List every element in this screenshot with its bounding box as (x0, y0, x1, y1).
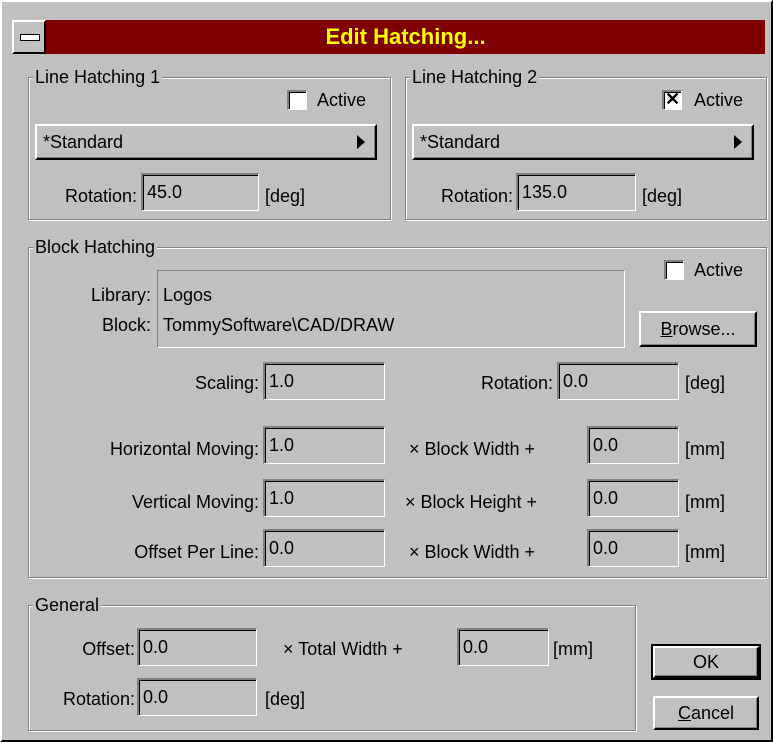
general-offset-label: Offset: (82, 639, 135, 659)
block-hatching-group: Block Hatching Active Library: Block: Lo… (28, 236, 767, 578)
block-hatching-block-value: TommySoftware\CAD/DRAW (163, 315, 395, 335)
ok-button[interactable]: OK (651, 644, 761, 680)
cancel-button[interactable]: Cancel (653, 696, 759, 730)
submenu-arrow-icon (357, 135, 365, 149)
check-mark-icon: ✕ (665, 89, 681, 109)
general-rotation-label: Rotation: (62, 689, 135, 709)
offset-per-line-label: Offset Per Line: (134, 542, 259, 562)
block-hatching-library-value: Logos (163, 285, 213, 305)
line-hatching-1-group: Line Hatching 1 Active *Standard Rotatio… (28, 66, 391, 220)
general-rotation-input[interactable]: 0.0 (137, 678, 257, 716)
offset-per-line-multiplier: × Block Width + (409, 542, 536, 562)
general-offset-input[interactable]: 0.0 (137, 628, 257, 666)
line-hatching-2-active-label: Active (694, 90, 744, 110)
horizontal-moving-add-input[interactable]: 0.0 (587, 426, 679, 464)
line-hatching-2-legend: Line Hatching 2 (410, 66, 540, 88)
vertical-moving-multiplier: × Block Height + (405, 492, 538, 512)
line-hatching-1-pattern-value: *Standard (43, 132, 124, 152)
line-hatching-2-rotation-label: Rotation: (440, 186, 513, 206)
block-scaling-label: Scaling: (194, 373, 259, 393)
line-hatching-1-legend: Line Hatching 1 (33, 66, 163, 88)
submenu-arrow-icon (734, 135, 742, 149)
general-legend: General (33, 594, 102, 616)
line-hatching-1-active-label: Active (317, 90, 367, 110)
horizontal-moving-label: Horizontal Moving: (109, 439, 259, 459)
vertical-moving-input[interactable]: 1.0 (263, 479, 385, 517)
browse-button[interactable]: Browse... (639, 311, 757, 347)
line-hatching-1-active-checkbox[interactable] (287, 90, 307, 110)
line-hatching-2-rotation-unit: [deg] (642, 186, 683, 206)
line-hatching-2-rotation-input[interactable]: 135.0 (516, 173, 636, 211)
block-hatching-block-label: Block: (101, 315, 151, 335)
horizontal-moving-unit: [mm] (685, 439, 725, 459)
vertical-moving-unit: [mm] (685, 492, 725, 512)
vertical-moving-label: Vertical Moving: (131, 492, 259, 512)
line-hatching-1-rotation-input[interactable]: 45.0 (141, 173, 259, 211)
line-hatching-2-group: Line Hatching 2 ✕ Active *Standard Rotat… (405, 66, 767, 220)
line-hatching-2-pattern-value: *Standard (420, 132, 501, 152)
line-hatching-1-rotation-label: Rotation: (64, 186, 137, 206)
system-menu-button[interactable] (12, 20, 46, 54)
browse-mnemonic: B (660, 319, 673, 339)
block-hatching-active-checkbox[interactable] (664, 260, 684, 280)
line-hatching-1-rotation-unit: [deg] (265, 186, 306, 206)
block-hatching-library-label: Library: (90, 285, 151, 305)
horizontal-moving-input[interactable]: 1.0 (263, 426, 385, 464)
general-offset-multiplier: × Total Width + (283, 639, 403, 659)
block-scaling-input[interactable]: 1.0 (263, 362, 385, 400)
title-bar[interactable]: Edit Hatching... (12, 20, 765, 54)
line-hatching-2-pattern-dropdown[interactable]: *Standard (412, 124, 754, 160)
offset-per-line-input[interactable]: 0.0 (263, 529, 385, 567)
line-hatching-1-pattern-dropdown[interactable]: *Standard (35, 124, 377, 160)
system-menu-icon (20, 34, 40, 41)
line-hatching-2-active-checkbox[interactable]: ✕ (662, 89, 682, 110)
block-info-panel: Logos TommySoftware\CAD/DRAW (157, 270, 625, 348)
vertical-moving-add-input[interactable]: 0.0 (587, 479, 679, 517)
block-rotation-unit: [deg] (685, 373, 726, 393)
offset-per-line-unit: [mm] (685, 542, 725, 562)
block-hatching-active-label: Active (694, 260, 744, 280)
block-rotation-label: Rotation: (480, 373, 553, 393)
cancel-mnemonic: C (677, 703, 691, 723)
horizontal-moving-multiplier: × Block Width + (409, 439, 536, 459)
block-rotation-input[interactable]: 0.0 (557, 362, 679, 400)
browse-label: rowse... (672, 319, 736, 339)
general-rotation-unit: [deg] (265, 689, 306, 709)
general-offset-unit: [mm] (553, 639, 593, 659)
block-hatching-legend: Block Hatching (33, 236, 158, 258)
general-offset-add-input[interactable]: 0.0 (457, 628, 549, 666)
general-group: General Offset: 0.0 × Total Width + 0.0 … (28, 594, 636, 731)
edit-hatching-dialog: Edit Hatching... Line Hatching 1 Active … (0, 0, 773, 742)
cancel-label: ancel (690, 703, 735, 723)
window-title: Edit Hatching... (325, 24, 486, 49)
offset-per-line-add-input[interactable]: 0.0 (587, 529, 679, 567)
